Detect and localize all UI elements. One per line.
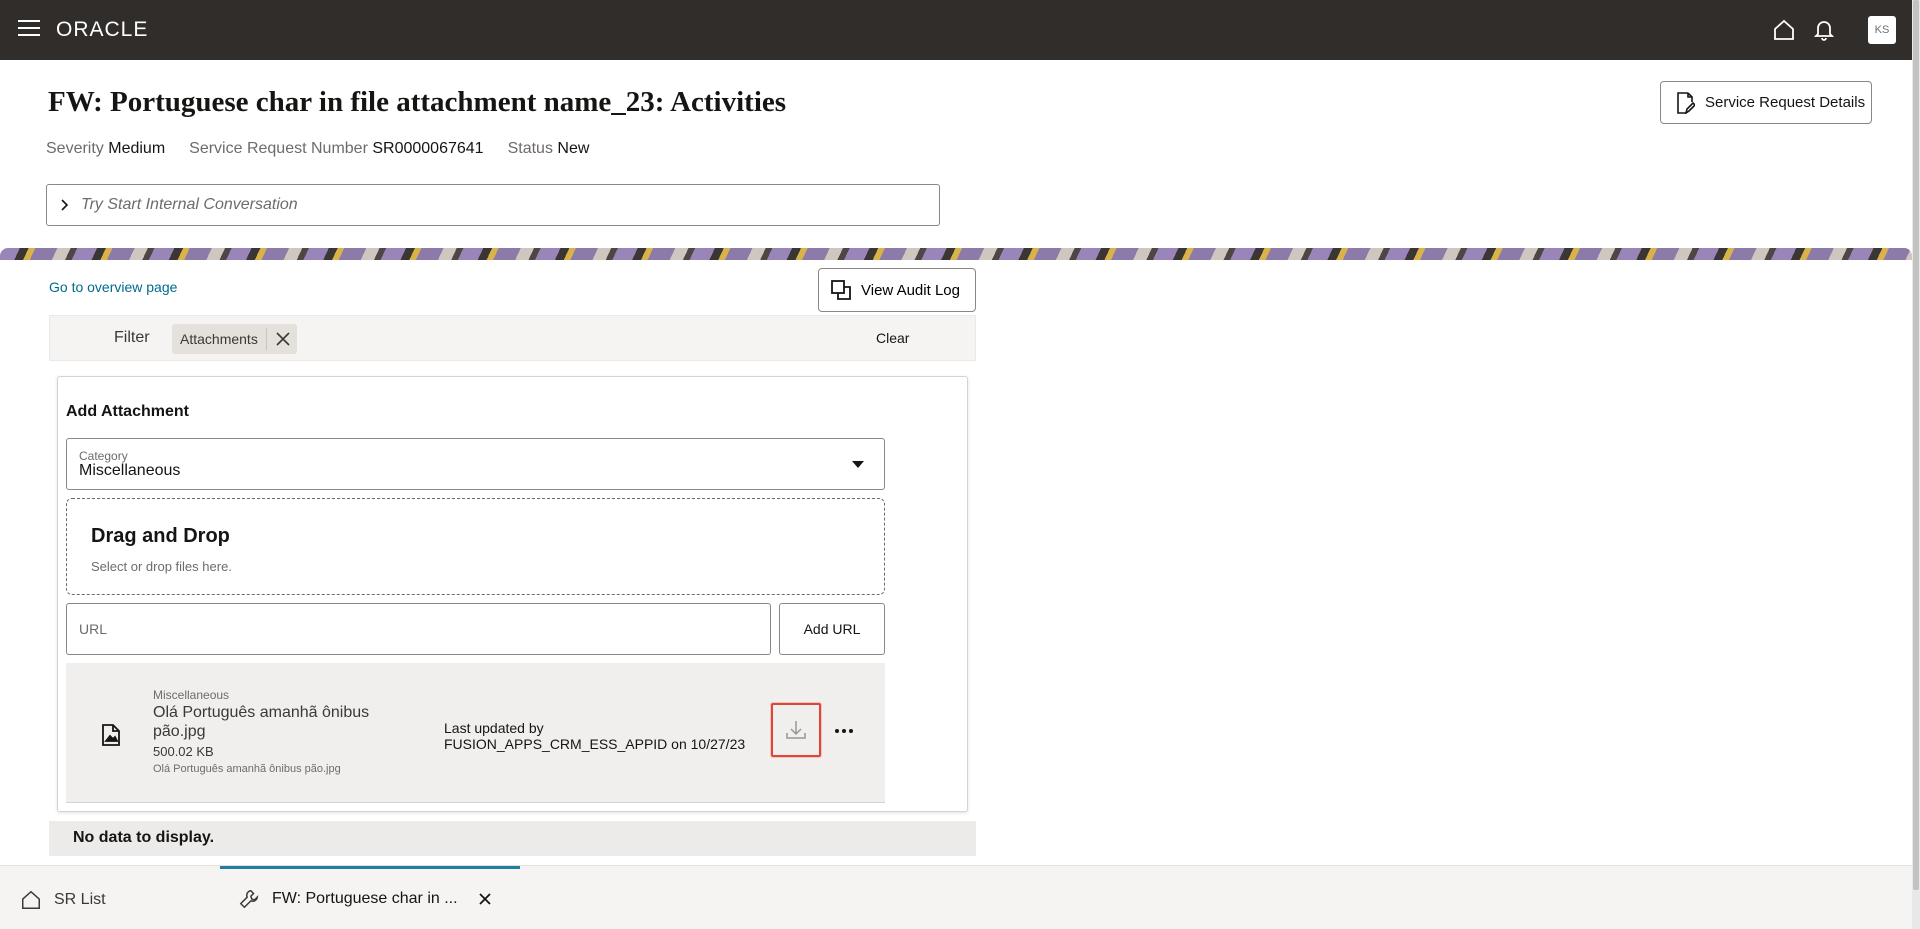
internal-conversation-toggle[interactable]: Try Start Internal Conversation [46,184,940,226]
tab-sr-list-label: SR List [54,891,106,908]
add-url-button[interactable]: Add URL [779,603,885,655]
view-audit-log-button[interactable]: View Audit Log [818,268,976,312]
category-select[interactable]: Category Miscellaneous [66,438,885,490]
category-label: Category [79,449,128,463]
category-value: Miscellaneous [79,462,181,479]
audit-log-icon [831,280,851,300]
last-updated-label: Last updated by [444,720,544,736]
hamburger-menu-icon[interactable] [18,20,40,38]
home-icon[interactable] [1772,18,1796,42]
status-label: Status [507,140,553,157]
oracle-logo: ORACLE [56,18,149,41]
top-bar: ORACLE KS [0,0,1912,60]
bottom-tab-bar: SR List FW: Portuguese char in ... [0,865,1912,929]
wrench-icon [239,889,259,909]
tab-current-service-request[interactable]: FW: Portuguese char in ... [220,866,520,929]
document-edit-icon [1677,91,1695,114]
file-last-updated: Last updated by FUSION_APPS_CRM_ESS_APPI… [444,720,745,752]
caret-down-icon [852,461,864,468]
home-icon [22,890,40,909]
sr-number-value: SR0000067641 [372,140,484,157]
tab-current-label: FW: Portuguese char in ... [272,890,458,907]
page-scrollbar[interactable] [1912,0,1920,929]
conversation-placeholder: Try Start Internal Conversation [81,196,298,213]
status-value: New [557,140,590,157]
page-title: FW: Portuguese char in file attachment n… [48,86,787,118]
go-to-overview-link[interactable]: Go to overview page [49,279,177,295]
chevron-right-icon [61,199,69,211]
tab-sr-list[interactable]: SR List [20,889,106,911]
file-drop-zone[interactable]: Drag and Drop Select or drop files here. [66,498,885,595]
sr-number-label: Service Request Number [189,140,368,157]
file-category: Miscellaneous [153,688,230,702]
drop-zone-title: Drag and Drop [91,525,230,547]
last-updated-value: FUSION_APPS_CRM_ESS_APPID on 10/27/23 [444,736,746,752]
filter-bar: Filter Attachments Clear [49,315,976,361]
file-size: 500.02 KB [153,744,214,759]
add-attachment-title: Add Attachment [66,403,189,420]
close-tab-icon[interactable] [478,892,492,906]
file-original-name: Olá Português amanhã ônibus pão.jpg [153,763,341,775]
clear-filters-link[interactable]: Clear [876,330,909,346]
notifications-bell-icon[interactable] [1812,17,1836,41]
filter-label: Filter [114,329,150,346]
chip-divider [265,328,267,350]
no-data-message: No data to display. [49,821,976,856]
attachment-list-item: Miscellaneous Olá Português amanhã ônibu… [66,663,885,803]
file-name-link[interactable]: Olá Português amanhã ônibus pão.jpg [153,703,383,741]
severity-value: Medium [108,140,166,157]
filter-chip-attachments[interactable]: Attachments [172,324,297,354]
user-avatar[interactable]: KS [1868,16,1896,44]
severity-label: Severity [46,140,104,157]
sr-meta: Severity Medium Service Request Number S… [46,140,589,158]
service-request-details-label: Service Request Details [1705,94,1866,111]
decorative-banner [0,248,1912,260]
url-input[interactable] [66,603,771,655]
view-audit-log-label: View Audit Log [861,281,960,299]
filter-chip-label: Attachments [180,331,258,347]
scrollbar-thumb[interactable] [1913,0,1919,890]
more-actions-button[interactable] [831,718,857,744]
image-file-icon [102,724,120,746]
drop-zone-subtitle: Select or drop files here. [91,559,232,574]
download-button[interactable] [771,703,821,757]
download-icon [786,721,806,739]
add-attachment-card: Add Attachment Category Miscellaneous Dr… [57,376,968,812]
service-request-details-button[interactable]: Service Request Details [1660,81,1872,124]
remove-filter-close-icon[interactable] [275,331,291,347]
